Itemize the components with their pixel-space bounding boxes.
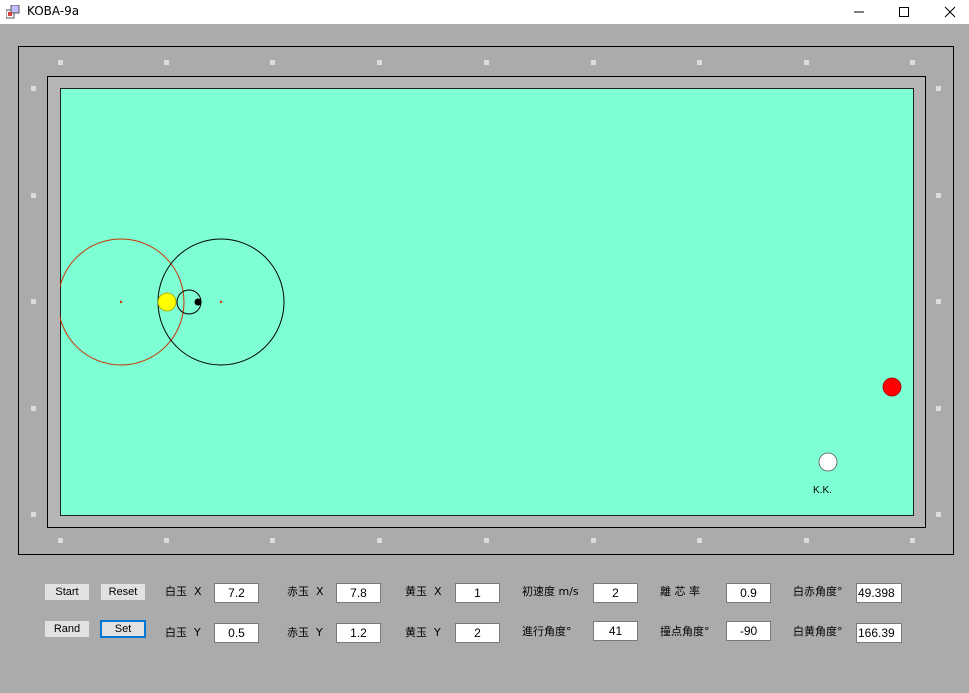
rail-diamond — [31, 406, 36, 411]
direction-label: 進行角度° — [522, 625, 572, 638]
set-button[interactable]: Set — [100, 620, 146, 638]
rail-diamond — [58, 60, 63, 65]
contact-angle-label: 撞点角度° — [660, 625, 710, 638]
yellow-y-input[interactable] — [455, 623, 500, 643]
white-x-input[interactable] — [214, 583, 259, 603]
rail-diamond — [484, 60, 489, 65]
cue-point-marker — [194, 298, 202, 306]
offset-label: 離 芯 率 — [660, 585, 700, 598]
maximize-icon — [899, 7, 909, 17]
rail-diamond — [697, 60, 702, 65]
rail-diamond — [377, 538, 382, 543]
rail-diamond — [164, 60, 169, 65]
yellow-x-label: 黄玉 X — [405, 585, 442, 598]
reset-button[interactable]: Reset — [100, 583, 146, 601]
white-y-input[interactable] — [214, 623, 259, 643]
minimize-button[interactable] — [836, 0, 882, 24]
close-button[interactable] — [927, 0, 969, 24]
rail-diamond — [804, 538, 809, 543]
yellow-y-label: 黄玉 Y — [405, 626, 441, 639]
red-x-label: 赤玉 X — [287, 585, 324, 598]
close-icon — [944, 6, 956, 18]
yellow-x-input[interactable] — [455, 583, 500, 603]
white-red-angle-output[interactable] — [856, 583, 902, 603]
white-yellow-angle-label: 白黄角度° — [793, 625, 843, 638]
maximize-button[interactable] — [881, 0, 927, 24]
red-y-label: 赤玉 Y — [287, 626, 323, 639]
rail-diamond — [377, 60, 382, 65]
red-ball[interactable] — [882, 377, 902, 397]
rail-diamond — [31, 86, 36, 91]
direction-input[interactable] — [593, 621, 638, 641]
rail-diamond — [936, 512, 941, 517]
yellow-ball[interactable] — [157, 292, 177, 312]
red-x-input[interactable] — [336, 583, 381, 603]
author-credit: K.K. — [813, 485, 832, 496]
rail-diamond — [936, 193, 941, 198]
window-title: KOBA-9a — [27, 4, 80, 18]
rail-diamond — [164, 538, 169, 543]
rail-diamond — [804, 60, 809, 65]
black-circle-center — [219, 300, 223, 304]
rail-diamond — [270, 538, 275, 543]
start-button[interactable]: Start — [44, 583, 90, 601]
minimize-icon — [854, 11, 864, 13]
white-x-label: 白玉 X — [165, 585, 202, 598]
app-icon — [6, 5, 20, 19]
contact-angle-input[interactable] — [726, 621, 771, 641]
table-drawing — [60, 238, 902, 472]
rail-diamond — [936, 299, 941, 304]
rand-button[interactable]: Rand — [44, 620, 90, 638]
rail-diamond — [484, 538, 489, 543]
red-circle-center — [119, 300, 123, 304]
rail-diamond — [270, 60, 275, 65]
rail-diamond — [591, 538, 596, 543]
speed-label: 初速度 m/s — [522, 585, 579, 598]
title-bar: KOBA-9a — [0, 0, 969, 24]
rail-diamond — [910, 60, 915, 65]
red-y-input[interactable] — [336, 623, 381, 643]
white-y-label: 白玉 Y — [165, 626, 201, 639]
offset-input[interactable] — [726, 583, 771, 603]
white-ball[interactable] — [818, 452, 838, 472]
rail-diamond — [936, 406, 941, 411]
rail-diamond — [58, 538, 63, 543]
rail-diamond — [697, 538, 702, 543]
speed-input[interactable] — [593, 583, 638, 603]
rail-diamond — [31, 512, 36, 517]
rail-diamond — [936, 86, 941, 91]
rail-diamond — [31, 299, 36, 304]
rail-diamond — [591, 60, 596, 65]
white-yellow-angle-output[interactable] — [856, 623, 902, 643]
white-red-angle-label: 白赤角度° — [793, 585, 843, 598]
rail-diamond — [31, 193, 36, 198]
rail-diamond — [910, 538, 915, 543]
